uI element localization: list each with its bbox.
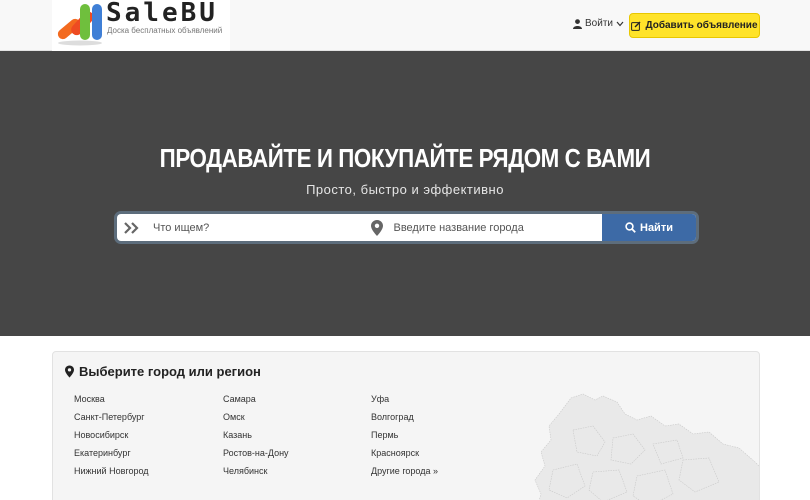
hero-title: ПРОДАВАЙТЕ И ПОКУПАЙТЕ РЯДОМ С ВАМИ (159, 143, 651, 173)
logo-pills-icon (57, 4, 102, 46)
hero-section: ПРОДАВАЙТЕ И ПОКУПАЙТЕ РЯДОМ С ВАМИ Прос… (0, 51, 810, 336)
city-link[interactable]: Москва (74, 392, 149, 410)
logo-subtitle: Доска бесплатных объявлений (107, 26, 223, 35)
russia-map[interactable] (533, 390, 760, 500)
city-column-2: Самара Омск Казань Ростов-на-Дону Челяби… (223, 392, 289, 482)
add-listing-button[interactable]: Добавить объявление (629, 13, 760, 38)
search-button-label: Найти (640, 221, 673, 234)
login-dropdown[interactable]: Войти (573, 18, 624, 29)
city-column-1: Москва Санкт-Петербург Новосибирск Екате… (74, 392, 149, 482)
logo-title: SaleBU (106, 0, 218, 28)
city-link[interactable]: Нижний Новгород (74, 464, 149, 482)
city-link[interactable]: Пермь (371, 428, 438, 446)
search-bar: Что ищем? Введите название города Найти (114, 211, 699, 244)
city-link[interactable]: Челябинск (223, 464, 289, 482)
site-header: SaleBU Доска бесплатных объявлений Войти… (0, 0, 810, 53)
city-link[interactable]: Самара (223, 392, 289, 410)
city-link[interactable]: Красноярск (371, 446, 438, 464)
map-marker-icon (362, 214, 392, 241)
search-inner: Что ищем? Введите название города Найти (117, 214, 696, 241)
city-link[interactable]: Новосибирск (74, 428, 149, 446)
add-listing-label: Добавить объявление (645, 20, 758, 31)
other-cities-link[interactable]: Другие города » (371, 464, 438, 482)
city-selector-title-text: Выберите город или регион (79, 364, 261, 379)
double-chevron-right-icon (117, 214, 147, 241)
user-icon (573, 18, 582, 29)
city-input[interactable]: Введите название города (392, 214, 603, 241)
city-link[interactable]: Волгоград (371, 410, 438, 428)
search-input[interactable]: Что ищем? (147, 214, 362, 241)
login-label: Войти (585, 18, 613, 29)
city-link[interactable]: Омск (223, 410, 289, 428)
city-link[interactable]: Казань (223, 428, 289, 446)
edit-icon (631, 21, 641, 31)
city-link[interactable]: Ростов-на-Дону (223, 446, 289, 464)
city-link[interactable]: Екатеринбург (74, 446, 149, 464)
logo[interactable]: SaleBU Доска бесплатных объявлений (52, 0, 230, 53)
city-link[interactable]: Санкт-Петербург (74, 410, 149, 428)
search-button[interactable]: Найти (602, 214, 696, 241)
search-icon (625, 222, 636, 233)
map-marker-icon (65, 365, 74, 378)
city-selector-title: Выберите город или регион (65, 364, 261, 379)
city-link[interactable]: Уфа (371, 392, 438, 410)
city-selector-panel: Выберите город или регион Москва Санкт-П… (52, 351, 760, 500)
hero-subtitle: Просто, быстро и эффективно (306, 182, 504, 197)
chevron-down-icon (616, 21, 624, 26)
city-column-3: Уфа Волгоград Пермь Красноярск Другие го… (371, 392, 438, 482)
